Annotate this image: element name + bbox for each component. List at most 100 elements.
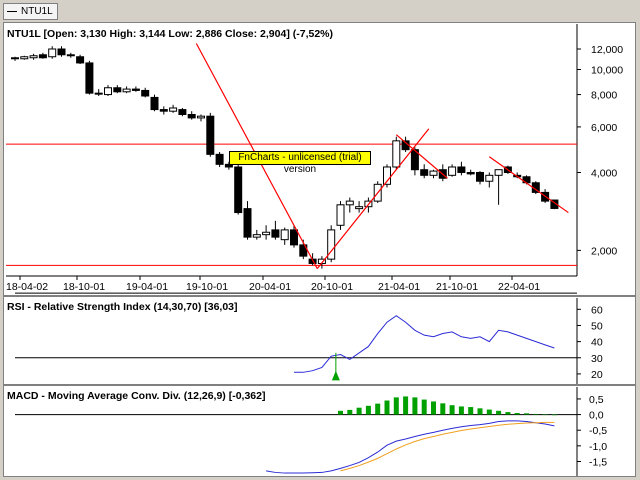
macd-histogram-bar	[403, 396, 409, 415]
candle	[178, 109, 187, 115]
macd-histogram-bar	[338, 410, 343, 415]
candle	[20, 56, 29, 60]
macd-histogram-bar	[505, 412, 511, 415]
candle	[187, 113, 196, 119]
candle	[476, 171, 484, 182]
macd-histogram-bar	[524, 413, 529, 415]
candle	[252, 234, 261, 238]
candle	[66, 54, 75, 57]
macd-histogram-bar	[458, 406, 464, 415]
price-x-tick-label: 19-04-01	[126, 281, 168, 293]
macd-histogram-bar	[533, 413, 539, 415]
macd-histogram-bar	[440, 403, 446, 415]
candle	[131, 88, 140, 91]
chart-canvas: 2,000 4,000 6,000 8,000 10,000 12,000 18-04-02…	[6, 24, 623, 476]
candle	[48, 48, 57, 58]
candle	[122, 88, 131, 93]
candle	[336, 204, 345, 226]
rsi-y-tick-label: 30	[591, 353, 603, 365]
price-x-tick-label: 20-10-01	[311, 281, 353, 293]
price-x-tick-label: 18-04-02	[6, 281, 48, 293]
macd-y-tick-label: 0,0	[589, 410, 604, 422]
candle	[104, 87, 112, 96]
macd-histogram-bar	[486, 409, 492, 415]
candle	[11, 57, 19, 60]
price-y-tick-label: 8,000	[591, 90, 617, 102]
macd-histogram-bar	[496, 410, 502, 415]
candle	[57, 48, 66, 56]
candle	[38, 54, 47, 59]
candle	[262, 231, 271, 236]
candle	[280, 229, 289, 241]
macd-histogram-bar	[477, 408, 483, 415]
price-title: NTU1L [Open: 3,130 High: 3,144 Low: 2,88…	[7, 28, 333, 40]
macd-histogram-bar	[514, 413, 520, 415]
macd-histogram-bar	[356, 407, 362, 415]
rsi-y-tick-label: 50	[591, 320, 603, 332]
candle	[206, 115, 215, 155]
price-x-tick-label: 22-04-01	[498, 281, 540, 293]
macd-histogram-bar	[431, 401, 436, 415]
candle	[159, 109, 168, 112]
price-x-tick-label: 18-10-01	[63, 281, 105, 293]
candle	[169, 107, 178, 112]
candle	[76, 56, 85, 64]
rsi-y-tick-label: 20	[591, 369, 603, 381]
macd-y-tick-label: -1,5	[589, 456, 607, 468]
macd-histogram-bar	[421, 399, 427, 415]
rsi-line	[294, 315, 555, 373]
candle	[485, 174, 494, 182]
candle	[466, 171, 475, 175]
trend-line	[488, 156, 569, 214]
trend-line	[316, 128, 430, 270]
macd-histogram-bar	[384, 400, 390, 415]
candle	[29, 55, 38, 59]
macd-histogram-bar	[449, 405, 455, 415]
macd-histogram-bar	[365, 405, 371, 415]
macd-histogram-bar	[393, 397, 399, 415]
price-y-tick-label: 12,000	[591, 44, 623, 56]
price-x-tick-label: 19-10-01	[186, 281, 228, 293]
rsi-y-tick-label: 60	[591, 304, 603, 316]
macd-y-tick-label: 0,5	[589, 394, 604, 406]
trial-watermark: FnCharts - unlicensed (trial) version	[229, 151, 371, 175]
candle	[494, 169, 503, 176]
rsi-buy-signal-marker	[331, 370, 340, 381]
price-x-tick-label: 20-04-01	[249, 281, 291, 293]
price-x-tick-label: 21-10-01	[436, 281, 478, 293]
macd-histogram-bar	[468, 407, 474, 415]
candle	[355, 206, 364, 210]
candle	[271, 229, 280, 238]
rsi-title: RSI - Relative Strength Index (14,30,70)…	[7, 301, 238, 313]
candle	[448, 166, 457, 176]
candle	[94, 92, 103, 95]
candle	[150, 96, 159, 111]
price-y-tick-label: 6,000	[591, 122, 617, 134]
price-y-tick-label: 4,000	[591, 167, 617, 179]
candle	[420, 169, 429, 176]
macd-title: MACD - Moving Average Conv. Div. (12,26,…	[7, 390, 265, 402]
candle	[345, 200, 354, 206]
candle	[392, 140, 401, 168]
candle	[234, 166, 243, 214]
macd-histogram-bar	[412, 397, 418, 415]
candle	[290, 229, 298, 246]
macd-histogram-bar	[347, 409, 353, 415]
candle	[141, 89, 150, 97]
candle	[457, 166, 466, 173]
candle	[215, 153, 224, 165]
macd-histogram-bar	[542, 414, 548, 416]
price-x-tick-label: 21-04-01	[378, 281, 420, 293]
candle	[85, 62, 94, 94]
macd-histogram-bar	[551, 414, 557, 416]
candle	[429, 170, 438, 176]
price-y-tick-label: 2,000	[591, 245, 617, 257]
macd-line	[266, 420, 555, 474]
macd-y-tick-label: -0,5	[589, 425, 607, 437]
candle	[197, 115, 205, 119]
rsi-y-tick-label: 40	[591, 337, 603, 349]
macd-histogram-bar	[375, 403, 381, 415]
macd-y-tick-label: -1,0	[589, 441, 607, 453]
candle	[243, 208, 252, 238]
price-y-tick-label: 10,000	[591, 64, 623, 76]
